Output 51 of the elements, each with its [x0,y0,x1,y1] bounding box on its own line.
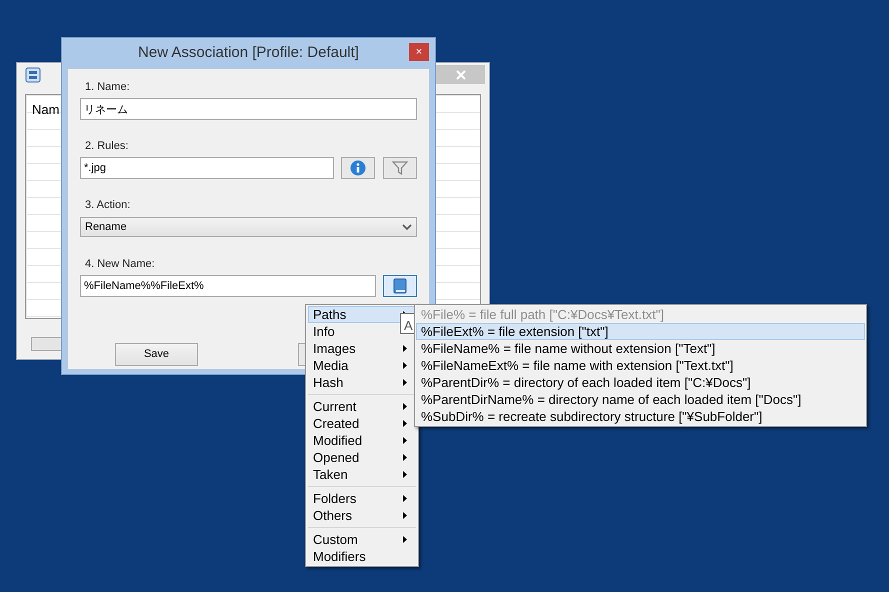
submenu-arrow-icon [403,362,407,369]
field-label: 2. Rules: [84,139,130,151]
new-name-field[interactable]: %FileName%%FileExt% [80,275,376,297]
chevron-down-icon [402,223,412,231]
column-header: Nam [32,101,60,119]
submenu-item[interactable]: %ParentDirName% = directory name of each loaded item ["Docs"] [416,391,865,408]
field-label: 3. Action: [84,198,132,210]
window-title: New Association [Profile: Default] [138,42,359,63]
rules-field[interactable]: *.jpg [80,157,334,179]
submenu-arrow-icon [403,512,407,519]
menu-item[interactable]: Current [308,398,416,415]
action-dropdown[interactable]: Rename [80,217,417,237]
submenu-arrow-icon [403,379,407,386]
submenu-arrow-icon [403,536,407,543]
submenu-item[interactable]: %SubDir% = recreate subdirectory structure ["¥SubFolder"] [416,408,865,425]
menu-item[interactable]: Others [308,507,416,524]
save-button[interactable]: Save [115,343,198,366]
menu-item[interactable]: Opened [308,449,416,466]
name-field[interactable]: リネーム [80,98,417,120]
submenu-arrow-icon [403,454,407,461]
submenu-arrow-icon [403,345,407,352]
menu-item[interactable]: Media [308,357,416,374]
close-button[interactable]: × [409,43,429,61]
menu-item[interactable]: Folders [308,490,416,507]
submenu-item: %File% = file full path ["C:¥Docs¥Text.txt"] [420,306,665,323]
submenu-arrow-icon [403,471,407,478]
book-icon [393,278,407,294]
info-icon [350,160,366,176]
field-label: 1. Name: [84,80,131,92]
submenu-arrow-icon [403,403,407,410]
app-icon [25,66,41,82]
info-button[interactable] [341,157,375,179]
close-icon [456,70,466,80]
submenu-item[interactable]: %FileExt% = file extension ["txt"] [416,323,865,340]
submenu-arrow-icon [403,495,407,502]
book-button[interactable] [383,275,417,297]
menu-item[interactable]: Modifiers [308,548,416,565]
menu-item[interactable]: Created [308,415,416,432]
submenu-arrow-icon [403,437,407,444]
menu-item[interactable]: Modified [308,432,416,449]
menu-item[interactable]: Images [308,340,416,357]
filter-icon [392,161,408,175]
menu-item[interactable]: Taken [308,466,416,483]
submenu-item[interactable]: %FileName% = file name without extension ["Text"] [416,340,865,357]
field-label: 4. New Name: [84,257,156,269]
submenu-item[interactable]: %FileNameExt% = file name with extension ["Text.txt"] [416,357,865,374]
submenu-arrow-icon [403,420,407,427]
submenu-item[interactable]: %ParentDir% = directory of each loaded item ["C:¥Docs"] [416,374,865,391]
menu-item[interactable]: Hash [308,374,416,391]
menu-item[interactable]: Custom [308,531,416,548]
filter-button[interactable] [383,157,417,179]
